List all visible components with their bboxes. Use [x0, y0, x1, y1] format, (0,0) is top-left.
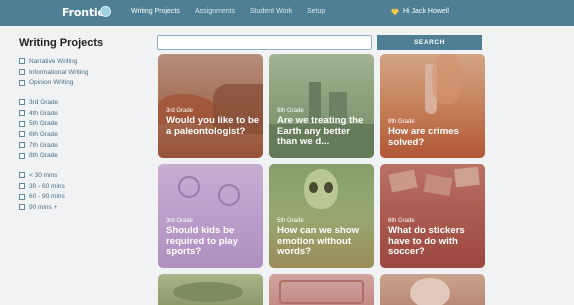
checkbox[interactable] [19, 152, 25, 159]
user-greeting[interactable]: Hi Jack Howell [403, 8, 449, 15]
search-input[interactable] [157, 35, 372, 50]
heart-icon [391, 8, 399, 16]
filter-4th-grade[interactable]: 4th Grade [19, 108, 58, 119]
top-nav: Frontier Writing Projects Assignments St… [0, 0, 574, 26]
checkbox[interactable] [19, 183, 25, 190]
project-card-earth[interactable]: 8th Grade Are we treating the Earth any … [269, 54, 374, 158]
filter-60-90-mins[interactable]: 60 - 90 mins [19, 191, 65, 202]
project-card-sports[interactable]: 3rd Grade Should kids be required to pla… [158, 164, 263, 268]
card-title: Are we treating the Earth any better tha… [277, 115, 364, 148]
checkbox[interactable] [19, 79, 25, 86]
card-title: How can we show emotion without words? [277, 225, 360, 258]
card-grade: 6th Grade [388, 218, 415, 224]
card-grade: 3rd Grade [166, 218, 194, 224]
checkbox[interactable] [19, 69, 25, 76]
checkbox[interactable] [19, 204, 25, 211]
checkbox[interactable] [19, 172, 25, 179]
card-title: Should kids be required to play sports? [166, 225, 238, 258]
project-card-partial[interactable] [158, 274, 263, 305]
filter-informational-writing[interactable]: Informational Writing [19, 67, 89, 78]
card-grade: 3rd Grade [166, 108, 194, 114]
card-grade: 8th Grade [388, 119, 415, 125]
filter-narrative-writing[interactable]: Narrative Writing [19, 56, 89, 67]
time-filters: < 30 mins 30 - 60 mins 60 - 90 mins 90 m… [19, 170, 65, 213]
sidebar-title: Writing Projects [19, 37, 104, 49]
checkbox[interactable] [19, 131, 25, 138]
filter-6th-grade[interactable]: 6th Grade [19, 129, 58, 140]
filter-7th-grade[interactable]: 7th Grade [19, 140, 58, 151]
nav-setup[interactable]: Setup [307, 8, 325, 15]
project-card-paleontologist[interactable]: 3rd Grade Would you like to be a paleont… [158, 54, 263, 158]
nav-writing-projects[interactable]: Writing Projects [131, 8, 180, 15]
card-title: How are crimes solved? [388, 126, 459, 148]
project-card-stickers[interactable]: 6th Grade What do stickers have to do wi… [380, 164, 485, 268]
project-card-partial[interactable] [380, 274, 485, 305]
filter-under-30-mins[interactable]: < 30 mins [19, 170, 65, 181]
card-title: What do stickers have to do with soccer? [388, 225, 465, 258]
filter-3rd-grade[interactable]: 3rd Grade [19, 97, 58, 108]
checkbox[interactable] [19, 110, 25, 117]
filter-90-plus-mins[interactable]: 90 mins + [19, 202, 65, 213]
filter-opinion-writing[interactable]: Opinion Writing [19, 77, 89, 88]
filter-8th-grade[interactable]: 8th Grade [19, 150, 58, 161]
filter-30-60-mins[interactable]: 30 - 60 mins [19, 181, 65, 192]
search-button[interactable]: SEARCH [377, 35, 482, 50]
checkbox[interactable] [19, 120, 25, 127]
project-card-crimes[interactable]: 8th Grade How are crimes solved? [380, 54, 485, 158]
card-title: Would you like to be a paleontologist? [166, 115, 260, 137]
checkbox[interactable] [19, 99, 25, 106]
logo-icon [100, 6, 111, 17]
card-grade: 5th Grade [277, 218, 304, 224]
type-filters: Narrative Writing Informational Writing … [19, 56, 89, 88]
nav-assignments[interactable]: Assignments [195, 8, 235, 15]
project-card-partial[interactable] [269, 274, 374, 305]
checkbox[interactable] [19, 142, 25, 149]
nav-student-work[interactable]: Student Work [250, 8, 292, 15]
project-card-emotion[interactable]: 5th Grade How can we show emotion withou… [269, 164, 374, 268]
filter-5th-grade[interactable]: 5th Grade [19, 118, 58, 129]
card-grade: 8th Grade [277, 108, 304, 114]
checkbox[interactable] [19, 193, 25, 200]
grade-filters: 3rd Grade 4th Grade 5th Grade 6th Grade … [19, 97, 58, 161]
checkbox[interactable] [19, 58, 25, 65]
